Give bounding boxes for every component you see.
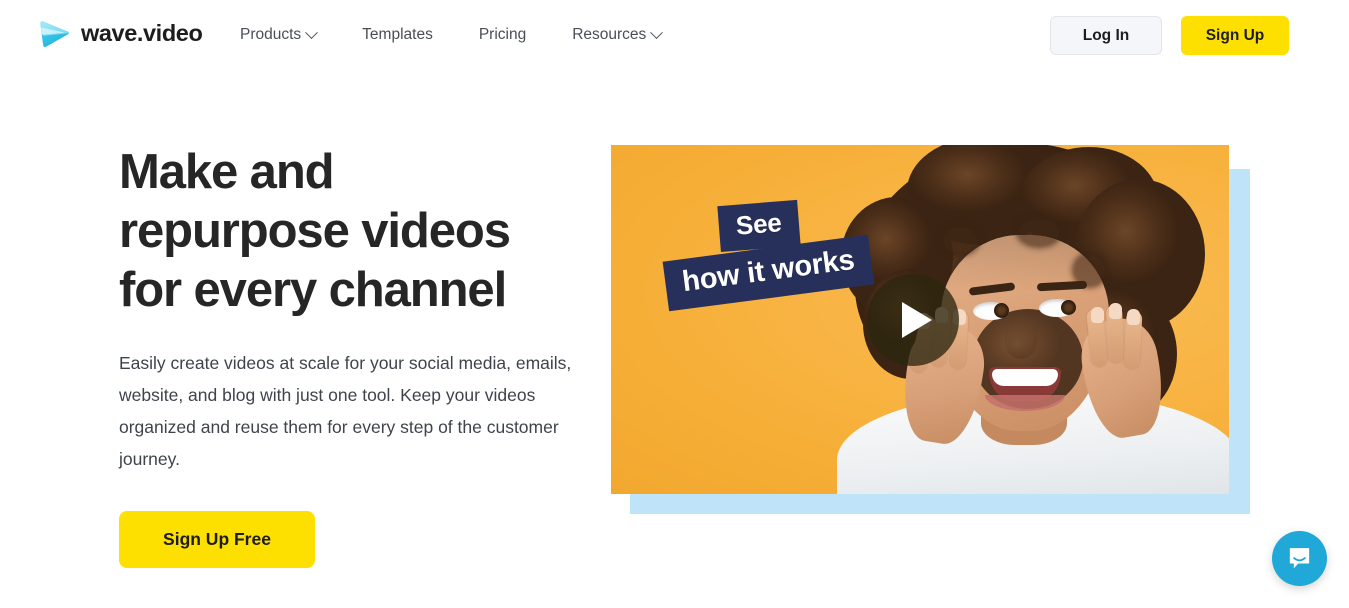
page-title: Make and repurpose videos for every chan…	[119, 143, 589, 320]
hero-video-column: See how it works	[611, 145, 1250, 514]
sign-up-free-button[interactable]: Sign Up Free	[119, 511, 315, 568]
header-actions: Log In Sign Up	[1050, 16, 1289, 55]
nav-label-templates: Templates	[362, 26, 433, 43]
chat-launcher-button[interactable]	[1272, 531, 1327, 586]
iris-right	[1061, 300, 1076, 315]
hero-title-line-3: for every channel	[119, 263, 507, 317]
teeth	[992, 369, 1058, 386]
hero-text-column: Make and repurpose videos for every chan…	[119, 143, 589, 568]
sign-up-button[interactable]: Sign Up	[1181, 16, 1289, 55]
wave-play-logo-icon	[40, 21, 69, 47]
fingernail	[1109, 303, 1122, 319]
brand-name: wave.video	[81, 19, 203, 46]
chat-bubble-icon	[1289, 548, 1310, 569]
nav-item-templates[interactable]: Templates	[362, 22, 433, 48]
fingernail	[1127, 309, 1140, 325]
hero-title-line-1: Make and	[119, 145, 335, 199]
hair-curl	[1019, 219, 1059, 245]
play-button[interactable]	[867, 274, 959, 366]
hero-subtitle: Easily create videos at scale for your s…	[119, 353, 572, 469]
brand-logo-link[interactable]: wave.video	[38, 17, 203, 50]
hero-title-line-2: repurpose videos	[119, 204, 511, 258]
main-navigation: Products Templates Pricing Resources	[240, 22, 664, 48]
nose	[1005, 325, 1037, 359]
video-thumbnail[interactable]: See how it works	[611, 145, 1229, 494]
iris-left	[994, 303, 1009, 318]
nav-item-products[interactable]: Products	[240, 22, 319, 48]
chevron-down-icon	[650, 25, 664, 39]
nav-label-pricing: Pricing	[478, 26, 527, 43]
nav-item-pricing[interactable]: Pricing	[479, 22, 526, 48]
hair-curl	[943, 227, 977, 253]
chevron-down-icon	[305, 25, 319, 39]
page-root: wave.video Products Templates Pricing Re…	[0, 0, 1349, 608]
log-in-button[interactable]: Log In	[1050, 16, 1162, 55]
nav-label-resources: Resources	[572, 26, 647, 43]
nav-label-products: Products	[240, 26, 302, 43]
play-triangle-icon	[901, 302, 932, 338]
site-header: wave.video Products Templates Pricing Re…	[0, 0, 1349, 71]
nav-item-resources[interactable]: Resources	[572, 22, 664, 48]
fingernail	[1091, 307, 1104, 323]
